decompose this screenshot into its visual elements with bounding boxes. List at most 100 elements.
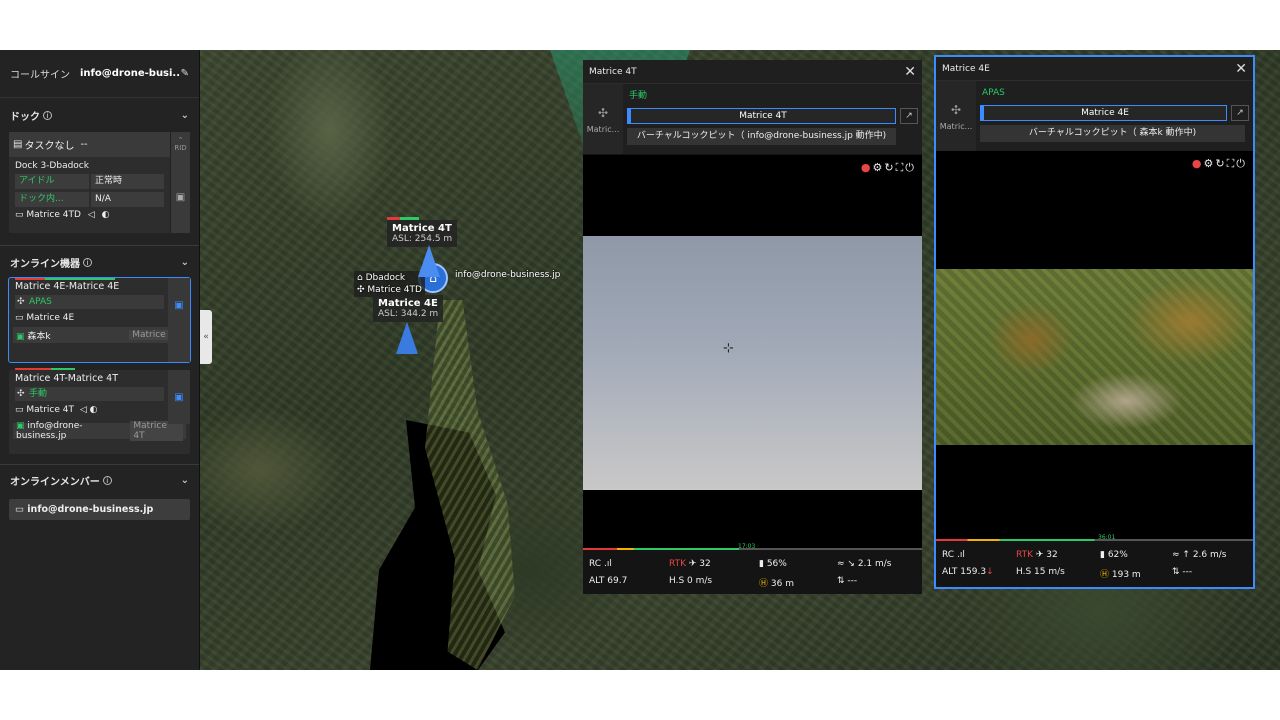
map-label-matrice-4t[interactable]: Matrice 4T ASL: 254.5 m xyxy=(387,217,458,247)
horizontal-speed: H.S 15 m/s xyxy=(1016,567,1065,577)
device-selector[interactable]: Matrice 4E xyxy=(980,105,1227,121)
satellite-icon: ✈ xyxy=(688,559,697,569)
video-toolbar: ●⚙↻⛶⏻ xyxy=(861,161,916,175)
fullscreen-icon[interactable]: ⛶ xyxy=(896,161,906,174)
virtual-cockpit-button[interactable]: バーチャルコックピット（ 森本k 動作中) xyxy=(980,125,1245,142)
dock-icon: ⌂ xyxy=(357,273,363,283)
settings-icon[interactable]: ⚙ xyxy=(1204,157,1216,170)
map-dock-label: ⌂ Dbadock ✣ Matrice 4TD xyxy=(354,271,425,297)
camera-line: ▭ Matrice 4T ◁ ◐ xyxy=(15,405,184,415)
camera-icon: ▭ xyxy=(15,405,24,415)
section-title: オンライン機器 xyxy=(10,258,80,270)
dock-card[interactable]: ▤ タスクなし -- ⌃ RID ▣ Dock 3-Dbadock アイドル 正常… xyxy=(9,132,190,233)
virtual-cockpit-button[interactable]: バーチャルコックピット（ info@drone-business.jp 動作中) xyxy=(627,128,896,145)
drone-thumb: ✣ Matric... xyxy=(583,84,623,154)
device-card-matrice-4e[interactable]: ▣ Matrice 4E-Matrice 4E APAS ▭ Matrice 4… xyxy=(8,277,191,363)
record-icon[interactable]: ● xyxy=(1192,157,1204,170)
refresh-icon[interactable]: ↻ xyxy=(1215,157,1226,170)
fullscreen-icon[interactable]: ⛶ xyxy=(1227,157,1237,170)
live-window-matrice-4t[interactable]: Matrice 4T ✕ ✣ Matric... 手動 Matrice 4T ↗ … xyxy=(583,60,922,594)
drone-heading-icon xyxy=(418,245,440,277)
horizontal-speed: H.S 0 m/s xyxy=(669,576,713,586)
power-icon[interactable]: ⏻ xyxy=(905,161,916,174)
home-icon: Ⓗ xyxy=(759,579,769,589)
camera-icon: ▭ xyxy=(15,313,24,323)
refresh-icon[interactable]: ↻ xyxy=(884,161,895,174)
settings-icon[interactable]: ⚙ xyxy=(873,161,885,174)
online-members-header[interactable]: オンラインメンバー i ⌄ xyxy=(0,465,199,495)
info-icon[interactable]: i xyxy=(83,257,92,267)
map-label-matrice-4e[interactable]: Matrice 4E ASL: 344.2 m xyxy=(373,295,444,322)
rtk-sats: 32 xyxy=(699,559,711,569)
flight-mode: 手動 xyxy=(15,387,164,401)
chevron-down-icon[interactable]: ⌄ xyxy=(181,475,189,486)
live-icon[interactable]: ▣ xyxy=(168,300,190,311)
dock-status-key: アイドル xyxy=(15,174,89,189)
device-tag: Matrice 4T xyxy=(130,421,183,441)
battery-icon: ▮ xyxy=(759,559,764,569)
telemetry-panel: RC .ıl RTK ✈ 32 ▮ 56% ≈ ↘ 2.1 m/s ALT 69… xyxy=(583,556,922,594)
flight-mode: APAS xyxy=(982,88,1005,98)
time-marker: 17:03 xyxy=(738,543,756,550)
share-icon[interactable]: ↗ xyxy=(1231,105,1249,121)
map-pilot-label: info@drone-business.jp xyxy=(455,270,561,280)
signal-bar xyxy=(15,278,115,280)
rid-label: RID xyxy=(174,144,187,152)
share-icon[interactable]: ↗ xyxy=(900,108,918,124)
battery-level: 62% xyxy=(1107,550,1128,560)
time-marker: 36:01 xyxy=(1098,534,1116,541)
callsign-row: コールサイン info@drone-busi... ✎ xyxy=(0,50,199,98)
section-title: オンラインメンバー xyxy=(10,476,100,488)
record-icon[interactable]: ● xyxy=(861,161,873,174)
live-window-matrice-4e[interactable]: Matrice 4E ✕ ✣ Matric... APAS Matrice 4E … xyxy=(934,55,1255,589)
drone-short-name: Matric... xyxy=(939,122,973,131)
collapse-sidebar-button[interactable]: « xyxy=(200,310,212,364)
dock-inner-key: ドック内... xyxy=(15,192,89,207)
rtk-label: RTK xyxy=(1016,550,1033,560)
vertical-speed: --- xyxy=(1182,567,1193,577)
live-icon[interactable]: ▣ xyxy=(168,392,190,403)
dock-side-panel: ⌃ RID ▣ xyxy=(170,132,190,233)
drone-icon: ✣ xyxy=(597,106,609,120)
vertical-speed-icon: ⇅ xyxy=(1172,567,1180,577)
chevron-down-icon[interactable]: ⌄ xyxy=(181,110,189,121)
drone-in-view-icon: ⊹ xyxy=(723,341,734,356)
device-card-matrice-4t[interactable]: ▣ Matrice 4T-Matrice 4T 手動 ▭ Matrice 4T … xyxy=(9,368,190,454)
rc-label: RC xyxy=(589,559,602,569)
light-icon[interactable]: ◐ xyxy=(90,405,98,415)
dock-body: Dock 3-Dbadock アイドル 正常時 ドック内... N/A ▭ Ma… xyxy=(9,157,190,224)
app-viewport: Matrice 4T ASL: 254.5 m ⌂ info@drone-bus… xyxy=(0,50,1280,670)
drone-short-name: Matric... xyxy=(586,125,620,134)
close-icon[interactable]: ✕ xyxy=(1235,61,1247,77)
drone-icon: ✣ xyxy=(357,285,365,295)
member-name: info@drone-business.jp xyxy=(27,504,154,515)
member-item[interactable]: ▭ info@drone-business.jp xyxy=(9,499,190,520)
home-distance: 36 m xyxy=(770,579,794,589)
online-devices-header[interactable]: オンライン機器 i ⌄ xyxy=(0,246,199,278)
rtk-label: RTK xyxy=(669,559,686,569)
control-panel: ✣ Matric... 手動 Matrice 4T ↗ バーチャルコックピット（ … xyxy=(583,84,922,154)
info-icon[interactable]: i xyxy=(43,110,52,120)
edit-icon[interactable]: ✎ xyxy=(181,68,189,79)
dock-section-header[interactable]: ドック i ⌄ xyxy=(0,98,199,132)
callsign-label: コールサイン xyxy=(10,70,70,81)
flight-mode: APAS xyxy=(15,295,164,309)
device-selector[interactable]: Matrice 4T xyxy=(627,108,896,124)
chevron-down-icon[interactable]: ⌄ xyxy=(181,257,189,268)
pilot-row: ▣ 森本k Matrice 4E xyxy=(13,327,186,343)
altitude: ALT 159.3 xyxy=(942,567,987,577)
close-icon[interactable]: ✕ xyxy=(904,64,916,80)
light-icon[interactable]: ◐ xyxy=(102,210,110,220)
drone-heading-icon xyxy=(396,322,418,354)
monitor-icon: ▭ xyxy=(15,504,24,515)
signal-bar xyxy=(15,368,75,370)
dock-device: Matrice 4TD xyxy=(367,285,422,295)
speaker-icon[interactable]: ◁ xyxy=(88,210,95,220)
power-icon[interactable]: ⏻ xyxy=(1236,157,1247,170)
dock-detail-icon[interactable]: ▣ xyxy=(171,192,190,203)
rc-label: RC xyxy=(942,550,955,560)
dock-task: タスクなし xyxy=(24,141,75,152)
speaker-icon[interactable]: ◁ xyxy=(80,405,87,415)
info-icon[interactable]: i xyxy=(102,475,112,485)
window-header: Matrice 4E ✕ xyxy=(936,57,1253,81)
